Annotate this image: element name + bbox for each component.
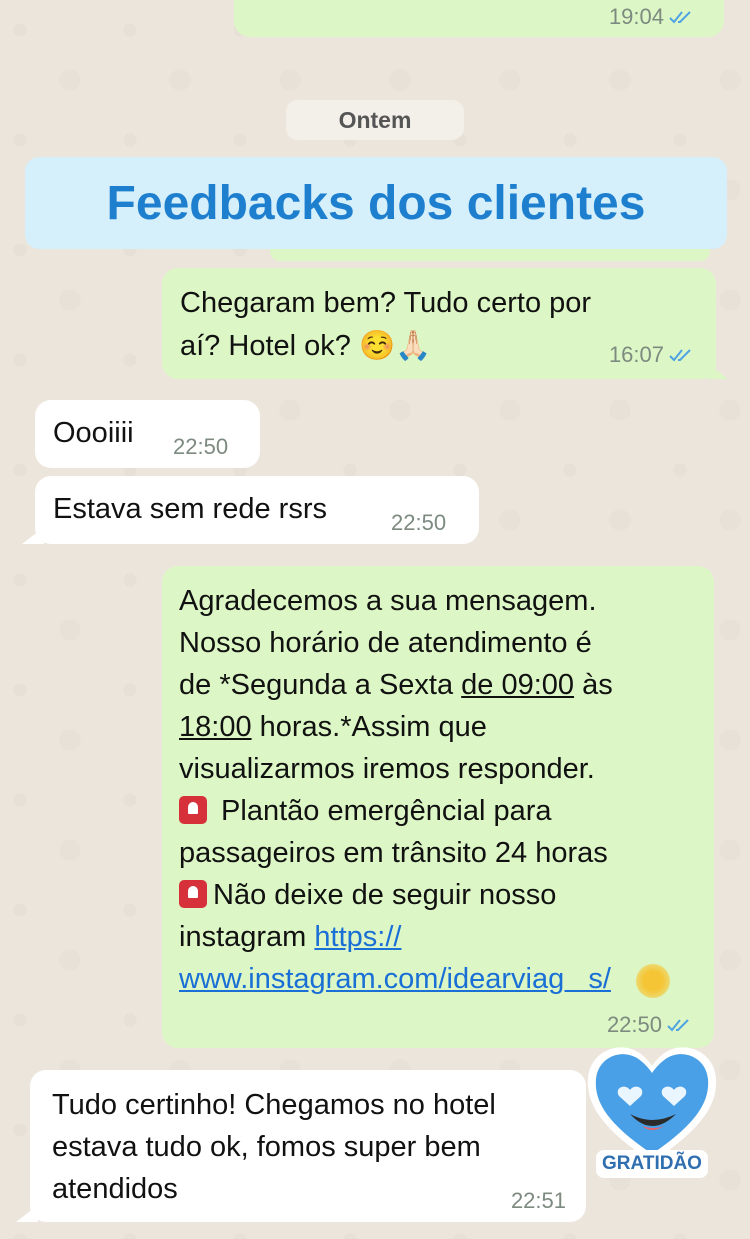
- smiling-face-emoji-icon: ☺️: [358, 328, 396, 362]
- message-text: Oooiiii: [53, 417, 134, 449]
- message-bubble-incoming[interactable]: Oooiiii 22:50: [35, 400, 260, 468]
- message-bubble-incoming[interactable]: Estava sem rede rsrs 22:50: [35, 476, 479, 544]
- instagram-link[interactable]: https://: [314, 921, 401, 953]
- message-bubble-outgoing-partial[interactable]: 19:04: [234, 0, 724, 37]
- message-line: Agradecemos a sua mensagem.: [179, 585, 597, 617]
- sticker-label: GRATIDÃO: [602, 1153, 702, 1174]
- date-separator: Ontem: [286, 100, 464, 140]
- message-bubble-outgoing[interactable]: Chegaram bem? Tudo certo por aí? Hotel o…: [162, 268, 716, 379]
- message-line: atendidos: [52, 1173, 178, 1205]
- message-line: instagram https://: [179, 916, 709, 958]
- read-ticks-icon: [668, 5, 694, 31]
- privacy-blur-icon: [636, 964, 670, 998]
- message-line-text: às: [574, 669, 613, 701]
- message-line: aí? Hotel ok? ☺️🙏🏻: [180, 324, 591, 367]
- message-text: Chegaram bem? Tudo certo por aí? Hotel o…: [180, 282, 591, 367]
- message-line: estava tudo ok, fomos super bem: [52, 1131, 481, 1163]
- headline-banner: Feedbacks dos clientes: [25, 157, 727, 249]
- message-text: Agradecemos a sua mensagem. Nosso horári…: [179, 580, 709, 1000]
- message-line-text: instagram: [179, 921, 315, 953]
- message-line-text: Não deixe de seguir nosso: [213, 879, 557, 911]
- message-bubble-outgoing[interactable]: Agradecemos a sua mensagem. Nosso horári…: [162, 566, 714, 1048]
- message-time: 22:50: [173, 434, 229, 459]
- gratidao-sticker: GRATIDÃO: [582, 1034, 722, 1182]
- message-text: Estava sem rede rsrs: [53, 493, 327, 525]
- bubble-edge: [270, 249, 710, 261]
- message-text: Tudo certinho! Chegamos no hotel estava …: [52, 1084, 496, 1210]
- message-line-text: aí? Hotel ok?: [180, 330, 359, 362]
- message-meta: 19:04: [609, 4, 694, 31]
- message-line: passageiros em trânsito 24 horas: [179, 837, 608, 869]
- message-time: 22:51: [510, 1188, 566, 1213]
- time-link[interactable]: 18:00: [179, 711, 252, 743]
- instagram-link[interactable]: www.instagram.com/idearviag s/: [179, 958, 709, 1000]
- message-line: de *Segunda a Sexta de 09:00 às: [179, 664, 709, 706]
- message-line: Não deixe de seguir nosso: [179, 874, 709, 916]
- message-time: 22:50: [391, 510, 447, 535]
- read-ticks-icon: [668, 343, 694, 369]
- siren-emoji-icon: [179, 880, 207, 908]
- message-line: Nosso horário de atendimento é: [179, 627, 592, 659]
- message-time: 16:07: [608, 342, 664, 367]
- message-line-text: Plantão emergêncial para: [213, 795, 552, 827]
- chat-background: 19:04 Ontem Feedbacks dos clientes Chega…: [0, 0, 750, 1239]
- praying-hands-emoji-icon: 🙏🏻: [395, 328, 432, 362]
- message-meta: 16:07: [609, 342, 694, 369]
- message-bubble-incoming[interactable]: Tudo certinho! Chegamos no hotel estava …: [30, 1070, 586, 1222]
- bubble-tail: [16, 1205, 38, 1222]
- message-line-text: de *Segunda a Sexta: [179, 669, 462, 701]
- message-line-text: horas.*Assim que: [251, 711, 487, 743]
- message-line: Tudo certinho! Chegamos no hotel: [52, 1089, 496, 1121]
- message-line: Chegaram bem? Tudo certo por: [180, 287, 592, 319]
- time-link[interactable]: de 09:00: [461, 669, 574, 701]
- message-line: 18:00 horas.*Assim que: [179, 706, 709, 748]
- message-time: 19:04: [608, 4, 664, 29]
- message-line: visualizarmos iremos responder.: [179, 753, 595, 785]
- siren-emoji-icon: [179, 796, 207, 824]
- message-line: Plantão emergêncial para: [179, 790, 709, 832]
